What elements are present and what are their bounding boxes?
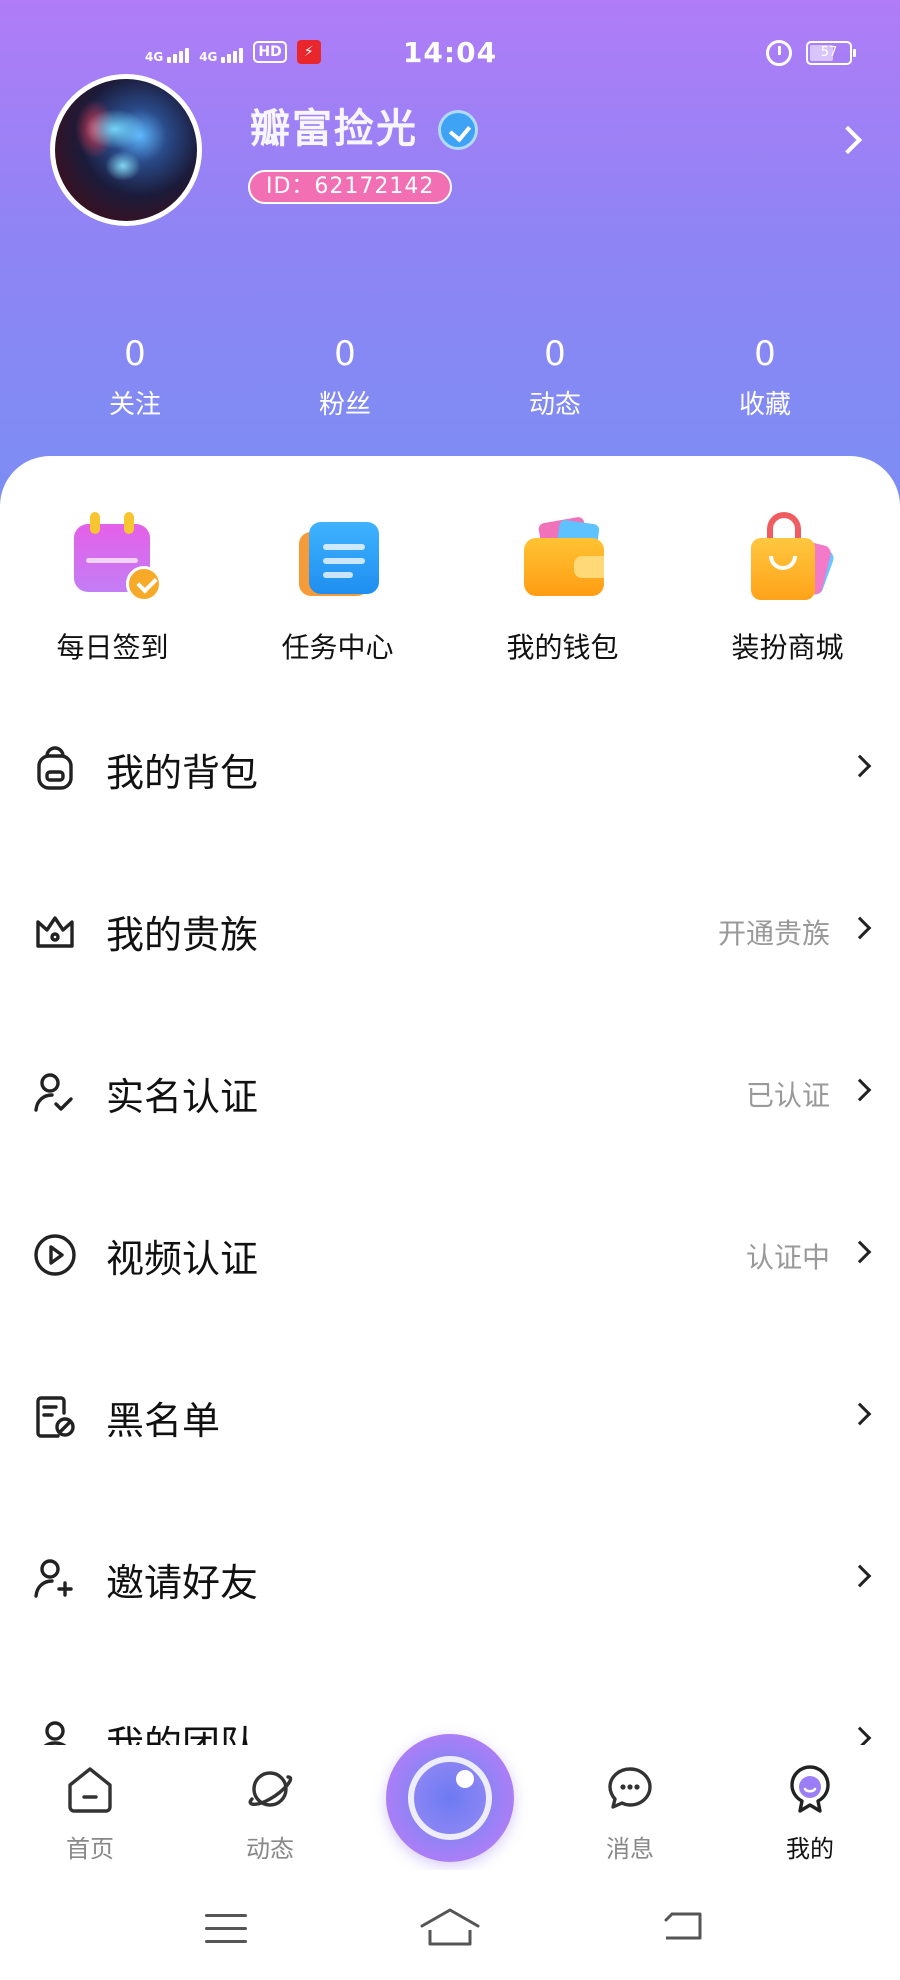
quick-daily-checkin[interactable]: 每日签到 bbox=[0, 510, 225, 666]
menu-label: 实名认证 bbox=[106, 1075, 259, 1119]
quick-label: 每日签到 bbox=[56, 631, 169, 664]
quick-dress-shop[interactable]: 装扮商城 bbox=[675, 510, 900, 666]
home-icon bbox=[68, 1767, 112, 1813]
status-bar: 4G 4G HD ⚡ 14:04 57 bbox=[0, 36, 900, 76]
tab-home[interactable]: 首页 bbox=[30, 1763, 150, 1864]
stat-label: 动态 bbox=[528, 390, 581, 420]
username: 瓣富捡光 bbox=[250, 106, 418, 152]
camera-dot bbox=[456, 1770, 474, 1788]
stat-label: 关注 bbox=[108, 390, 161, 420]
quick-wallet[interactable]: 我的钱包 bbox=[450, 510, 675, 666]
task-doc-icon bbox=[293, 510, 383, 600]
battery-icon: 57 bbox=[806, 41, 856, 65]
chevron-right-icon bbox=[848, 1402, 872, 1426]
tab-feed[interactable]: 动态 bbox=[210, 1763, 330, 1864]
camera-center-button[interactable] bbox=[386, 1734, 514, 1862]
menu-item-nobility[interactable]: 我的贵族 开通贵族 bbox=[0, 848, 900, 1010]
menu-value: 开通贵族 bbox=[717, 917, 830, 950]
tab-mine[interactable]: 我的 bbox=[750, 1763, 870, 1864]
home-nav-icon[interactable] bbox=[418, 1906, 482, 1946]
chevron-right-icon bbox=[848, 754, 872, 778]
stat-label: 收藏 bbox=[738, 390, 791, 420]
stat-value: 0 bbox=[334, 334, 356, 374]
menu-icon[interactable] bbox=[205, 1914, 247, 1953]
system-nav-bar bbox=[0, 1870, 900, 1980]
stat-favorites[interactable]: 0 收藏 bbox=[660, 334, 870, 421]
quick-label: 装扮商城 bbox=[731, 631, 844, 664]
verified-icon bbox=[438, 110, 478, 150]
backpack-icon bbox=[37, 746, 73, 790]
stat-posts[interactable]: 0 动态 bbox=[450, 334, 660, 421]
tab-messages[interactable]: 消息 bbox=[570, 1763, 690, 1864]
message-icon bbox=[608, 1767, 652, 1809]
stat-label: 粉丝 bbox=[318, 390, 371, 420]
user-id-badge: ID：62172142 bbox=[248, 170, 453, 204]
chevron-right-icon bbox=[848, 916, 872, 940]
quick-label: 任务中心 bbox=[281, 631, 394, 664]
menu-label: 我的背包 bbox=[106, 751, 259, 795]
status-right: 57 bbox=[766, 40, 856, 66]
menu-item-video-verify[interactable]: 视频认证 认证中 bbox=[0, 1172, 900, 1334]
play-circle-icon bbox=[34, 1234, 76, 1276]
chevron-right-icon bbox=[848, 1078, 872, 1102]
chevron-right-icon bbox=[848, 1240, 872, 1264]
clock: 14:04 bbox=[402, 36, 498, 69]
menu-label: 黑名单 bbox=[106, 1399, 221, 1443]
menu-value: 认证中 bbox=[745, 1241, 830, 1274]
stats-row: 0 关注 0 粉丝 0 动态 0 收藏 bbox=[0, 334, 900, 421]
menu-value: 已认证 bbox=[745, 1079, 830, 1112]
crown-icon bbox=[36, 916, 74, 948]
avatar[interactable] bbox=[50, 74, 202, 226]
wallet-icon bbox=[518, 510, 608, 600]
tab-label: 我的 bbox=[786, 1835, 834, 1863]
tab-label: 首页 bbox=[66, 1835, 114, 1863]
blacklist-icon bbox=[36, 1396, 75, 1438]
user-check-icon bbox=[34, 1073, 73, 1112]
shopping-bag-icon bbox=[743, 510, 836, 600]
menu-item-backpack[interactable]: 我的背包 bbox=[0, 686, 900, 848]
stat-fans[interactable]: 0 粉丝 bbox=[240, 334, 450, 421]
menu-label: 视频认证 bbox=[106, 1237, 259, 1281]
battery-level: 57 bbox=[820, 45, 838, 60]
quick-label: 我的钱包 bbox=[506, 631, 619, 664]
menu-label: 邀请好友 bbox=[106, 1561, 259, 1605]
chevron-right-icon bbox=[848, 1564, 872, 1588]
stat-value: 0 bbox=[124, 334, 146, 374]
stat-value: 0 bbox=[544, 334, 566, 374]
menu-item-invite-friends[interactable]: 邀请好友 bbox=[0, 1496, 900, 1658]
user-plus-icon bbox=[34, 1559, 73, 1598]
menu-label: 我的贵族 bbox=[106, 913, 259, 957]
menu-item-realname[interactable]: 实名认证 已认证 bbox=[0, 1010, 900, 1172]
stat-value: 0 bbox=[754, 334, 776, 374]
alarm-icon bbox=[766, 40, 792, 66]
menu-item-blacklist[interactable]: 黑名单 bbox=[0, 1334, 900, 1496]
settings-menu: 我的背包 我的贵族 开通贵族 实名认证 已认证 视频认证 认证中 黑名单 邀请好… bbox=[0, 686, 900, 1778]
back-nav-icon[interactable] bbox=[662, 1910, 706, 1942]
camera-center-icon bbox=[408, 1756, 492, 1840]
quick-task-center[interactable]: 任务中心 bbox=[225, 510, 450, 666]
quick-actions: 每日签到 任务中心 我的钱包 装扮商城 bbox=[0, 510, 900, 666]
tab-label: 消息 bbox=[606, 1835, 654, 1863]
calendar-check-icon bbox=[68, 510, 162, 602]
planet-icon bbox=[248, 1771, 293, 1807]
tab-label: 动态 bbox=[246, 1835, 294, 1863]
stat-following[interactable]: 0 关注 bbox=[30, 334, 240, 421]
profile-tab-icon bbox=[790, 1765, 830, 1813]
